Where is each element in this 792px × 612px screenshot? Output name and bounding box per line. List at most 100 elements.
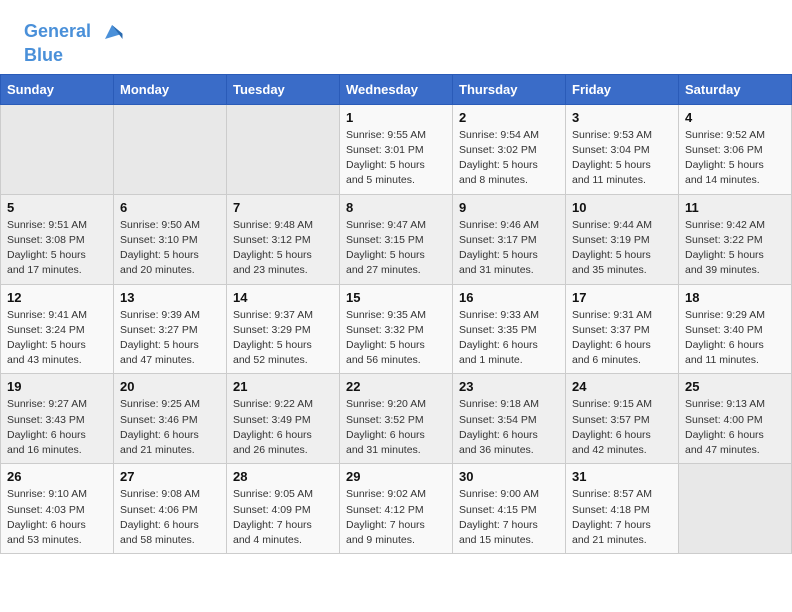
calendar-cell: 10 Sunrise: 9:44 AM Sunset: 3:19 PM Dayli… — [566, 194, 679, 284]
calendar-cell: 21Sunrise: 9:22 AM Sunset: 3:49 PM Dayli… — [227, 374, 340, 464]
calendar-cell — [1, 104, 114, 194]
calendar-cell: 20 Sunrise: 9:25 AM Sunset: 3:46 PM Dayli… — [114, 374, 227, 464]
day-info: Sunrise: 9:15 AM Sunset: 3:57 PM Dayligh… — [572, 397, 672, 458]
day-number: 13 — [120, 290, 220, 305]
day-number: 15 — [346, 290, 446, 305]
day-info: Sunrise: 9:13 AM Sunset: 4:00 PM Dayligh… — [685, 397, 785, 458]
logo: General Blue — [24, 18, 126, 66]
calendar-cell: 13 Sunrise: 9:39 AM Sunset: 3:27 PM Dayli… — [114, 284, 227, 374]
day-number: 20 — [120, 379, 220, 394]
day-info: Sunrise: 9:35 AM Sunset: 3:32 PM Dayligh… — [346, 308, 446, 369]
day-number: 14 — [233, 290, 333, 305]
day-number: 24 — [572, 379, 672, 394]
calendar-cell: 9 Sunrise: 9:46 AM Sunset: 3:17 PM Daylig… — [453, 194, 566, 284]
day-info: Sunrise: 9:18 AM Sunset: 3:54 PM Dayligh… — [459, 397, 559, 458]
calendar-week-row: 1 Sunrise: 9:55 AM Sunset: 3:01 PM Daylig… — [1, 104, 792, 194]
calendar-week-row: 12 Sunrise: 9:41 AM Sunset: 3:24 PM Dayli… — [1, 284, 792, 374]
day-number: 3 — [572, 110, 672, 125]
calendar-cell: 3Sunrise: 9:53 AM Sunset: 3:04 PM Daylig… — [566, 104, 679, 194]
day-number: 9 — [459, 200, 559, 215]
day-number: 18 — [685, 290, 785, 305]
calendar-cell: 17 Sunrise: 9:31 AM Sunset: 3:37 PM Dayli… — [566, 284, 679, 374]
day-number: 26 — [7, 469, 107, 484]
calendar-cell: 29Sunrise: 9:02 AM Sunset: 4:12 PM Dayli… — [340, 464, 453, 554]
calendar-cell: 6 Sunrise: 9:50 AM Sunset: 3:10 PM Daylig… — [114, 194, 227, 284]
day-number: 8 — [346, 200, 446, 215]
day-number: 29 — [346, 469, 446, 484]
day-number: 7 — [233, 200, 333, 215]
calendar-day-header: Thursday — [453, 74, 566, 104]
day-number: 17 — [572, 290, 672, 305]
day-info: Sunrise: 9:37 AM Sunset: 3:29 PM Dayligh… — [233, 308, 333, 369]
day-number: 31 — [572, 469, 672, 484]
day-info: Sunrise: 9:44 AM Sunset: 3:19 PM Dayligh… — [572, 218, 672, 279]
day-info: Sunrise: 9:39 AM Sunset: 3:27 PM Dayligh… — [120, 308, 220, 369]
day-info: Sunrise: 9:55 AM Sunset: 3:01 PM Dayligh… — [346, 128, 446, 189]
day-number: 12 — [7, 290, 107, 305]
calendar-day-header: Monday — [114, 74, 227, 104]
day-number: 4 — [685, 110, 785, 125]
calendar-cell: 18Sunrise: 9:29 AM Sunset: 3:40 PM Dayli… — [679, 284, 792, 374]
day-info: Sunrise: 9:31 AM Sunset: 3:37 PM Dayligh… — [572, 308, 672, 369]
day-number: 30 — [459, 469, 559, 484]
calendar-week-row: 5 Sunrise: 9:51 AM Sunset: 3:08 PM Daylig… — [1, 194, 792, 284]
calendar-week-row: 26 Sunrise: 9:10 AM Sunset: 4:03 PM Dayli… — [1, 464, 792, 554]
day-info: Sunrise: 9:51 AM Sunset: 3:08 PM Dayligh… — [7, 218, 107, 279]
day-number: 2 — [459, 110, 559, 125]
calendar-day-header: Friday — [566, 74, 679, 104]
calendar-cell: 1 Sunrise: 9:55 AM Sunset: 3:01 PM Daylig… — [340, 104, 453, 194]
calendar-cell: 22Sunrise: 9:20 AM Sunset: 3:52 PM Dayli… — [340, 374, 453, 464]
page-header: General Blue — [0, 0, 792, 74]
day-info: Sunrise: 9:52 AM Sunset: 3:06 PM Dayligh… — [685, 128, 785, 189]
day-info: Sunrise: 9:33 AM Sunset: 3:35 PM Dayligh… — [459, 308, 559, 369]
day-number: 16 — [459, 290, 559, 305]
calendar-cell: 11 Sunrise: 9:42 AM Sunset: 3:22 PM Dayli… — [679, 194, 792, 284]
day-number: 27 — [120, 469, 220, 484]
day-number: 23 — [459, 379, 559, 394]
calendar-cell: 25Sunrise: 9:13 AM Sunset: 4:00 PM Dayli… — [679, 374, 792, 464]
day-info: Sunrise: 9:27 AM Sunset: 3:43 PM Dayligh… — [7, 397, 107, 458]
day-number: 19 — [7, 379, 107, 394]
day-info: Sunrise: 9:50 AM Sunset: 3:10 PM Dayligh… — [120, 218, 220, 279]
calendar-cell: 23 Sunrise: 9:18 AM Sunset: 3:54 PM Dayli… — [453, 374, 566, 464]
day-number: 5 — [7, 200, 107, 215]
day-info: Sunrise: 9:08 AM Sunset: 4:06 PM Dayligh… — [120, 487, 220, 548]
calendar-cell: 16 Sunrise: 9:33 AM Sunset: 3:35 PM Dayli… — [453, 284, 566, 374]
day-number: 10 — [572, 200, 672, 215]
calendar-cell: 8Sunrise: 9:47 AM Sunset: 3:15 PM Daylig… — [340, 194, 453, 284]
calendar-cell — [114, 104, 227, 194]
day-info: Sunrise: 9:05 AM Sunset: 4:09 PM Dayligh… — [233, 487, 333, 548]
day-number: 28 — [233, 469, 333, 484]
logo-blue-text: Blue — [24, 46, 126, 66]
day-number: 22 — [346, 379, 446, 394]
day-info: Sunrise: 9:46 AM Sunset: 3:17 PM Dayligh… — [459, 218, 559, 279]
calendar-cell: 27 Sunrise: 9:08 AM Sunset: 4:06 PM Dayli… — [114, 464, 227, 554]
calendar-cell: 30Sunrise: 9:00 AM Sunset: 4:15 PM Dayli… — [453, 464, 566, 554]
calendar-cell: 12 Sunrise: 9:41 AM Sunset: 3:24 PM Dayli… — [1, 284, 114, 374]
day-info: Sunrise: 9:10 AM Sunset: 4:03 PM Dayligh… — [7, 487, 107, 548]
day-number: 11 — [685, 200, 785, 215]
calendar-cell — [227, 104, 340, 194]
day-number: 21 — [233, 379, 333, 394]
calendar-cell: 26 Sunrise: 9:10 AM Sunset: 4:03 PM Dayli… — [1, 464, 114, 554]
calendar-cell: 5 Sunrise: 9:51 AM Sunset: 3:08 PM Daylig… — [1, 194, 114, 284]
day-info: Sunrise: 9:42 AM Sunset: 3:22 PM Dayligh… — [685, 218, 785, 279]
calendar-cell: 4 Sunrise: 9:52 AM Sunset: 3:06 PM Daylig… — [679, 104, 792, 194]
day-info: Sunrise: 8:57 AM Sunset: 4:18 PM Dayligh… — [572, 487, 672, 548]
calendar-day-header: Wednesday — [340, 74, 453, 104]
calendar-day-header: Sunday — [1, 74, 114, 104]
calendar-table: SundayMondayTuesdayWednesdayThursdayFrid… — [0, 74, 792, 554]
day-info: Sunrise: 9:25 AM Sunset: 3:46 PM Dayligh… — [120, 397, 220, 458]
logo-icon — [98, 18, 126, 46]
logo-text: General — [24, 18, 126, 46]
day-info: Sunrise: 9:54 AM Sunset: 3:02 PM Dayligh… — [459, 128, 559, 189]
day-info: Sunrise: 9:48 AM Sunset: 3:12 PM Dayligh… — [233, 218, 333, 279]
day-number: 6 — [120, 200, 220, 215]
calendar-cell: 2 Sunrise: 9:54 AM Sunset: 3:02 PM Daylig… — [453, 104, 566, 194]
calendar-week-row: 19 Sunrise: 9:27 AM Sunset: 3:43 PM Dayli… — [1, 374, 792, 464]
calendar-cell — [679, 464, 792, 554]
calendar-cell: 24 Sunrise: 9:15 AM Sunset: 3:57 PM Dayli… — [566, 374, 679, 464]
calendar-cell: 7 Sunrise: 9:48 AM Sunset: 3:12 PM Daylig… — [227, 194, 340, 284]
day-number: 1 — [346, 110, 446, 125]
day-info: Sunrise: 9:41 AM Sunset: 3:24 PM Dayligh… — [7, 308, 107, 369]
